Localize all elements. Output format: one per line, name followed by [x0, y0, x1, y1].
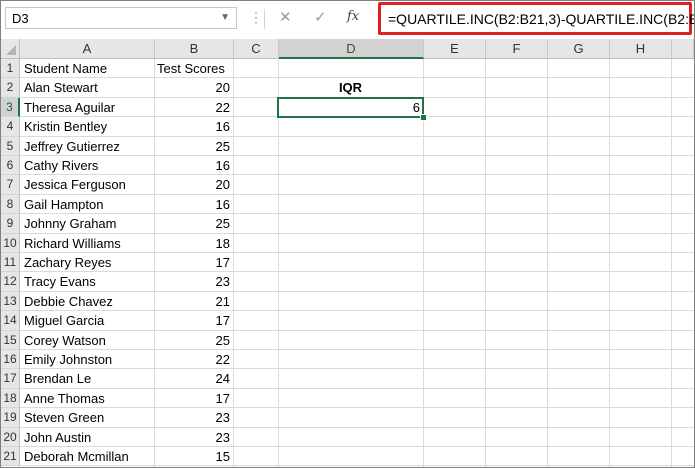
- name-box-value: D3: [12, 11, 29, 26]
- cell-b12[interactable]: 23: [157, 272, 230, 291]
- row-header-7[interactable]: 7: [1, 175, 20, 195]
- vertical-dots-icon[interactable]: ⋮: [249, 9, 263, 25]
- select-all-corner[interactable]: [1, 39, 20, 59]
- row-header-12[interactable]: 12: [1, 272, 20, 292]
- cell-a3[interactable]: Theresa Aguilar: [24, 98, 151, 117]
- cell-a4[interactable]: Kristin Bentley: [24, 117, 151, 136]
- cell-b18[interactable]: 17: [157, 389, 230, 408]
- cell-a2[interactable]: Alan Stewart: [24, 78, 151, 97]
- cell-a12[interactable]: Tracy Evans: [24, 272, 151, 291]
- row-header-6[interactable]: 6: [1, 156, 20, 176]
- cell-b4[interactable]: 16: [157, 117, 230, 136]
- cell-a1[interactable]: Student Name: [24, 59, 151, 78]
- row-header-3[interactable]: 3: [1, 97, 20, 118]
- column-header-g[interactable]: G: [548, 39, 610, 59]
- row-header-9[interactable]: 9: [1, 214, 20, 234]
- cell-a19[interactable]: Steven Green: [24, 408, 151, 427]
- row-header-2[interactable]: 2: [1, 78, 20, 98]
- cell-b9[interactable]: 25: [157, 214, 230, 233]
- chevron-down-icon[interactable]: ▼: [220, 12, 230, 23]
- cell-b21[interactable]: 15: [157, 447, 230, 466]
- row-header-20[interactable]: 20: [1, 427, 20, 447]
- name-box[interactable]: D3 ▼: [5, 7, 237, 29]
- enter-icon[interactable]: ✓: [314, 8, 327, 26]
- row-header-5[interactable]: 5: [1, 136, 20, 156]
- row-header-14[interactable]: 14: [1, 311, 20, 331]
- cell-a17[interactable]: Brendan Le: [24, 369, 151, 388]
- cell-a13[interactable]: Debbie Chavez: [24, 292, 151, 311]
- cell-a15[interactable]: Corey Watson: [24, 331, 151, 350]
- cell-a20[interactable]: John Austin: [24, 428, 151, 447]
- cell-b16[interactable]: 22: [157, 350, 230, 369]
- spreadsheet-window: D3 ▼ ⋮ ✕ ✓ fx =QUARTILE.INC(B2:B21,3)-QU…: [0, 0, 695, 468]
- cell-a10[interactable]: Richard Williams: [24, 234, 151, 253]
- cell-b13[interactable]: 21: [157, 292, 230, 311]
- fill-handle-icon[interactable]: [420, 114, 427, 122]
- cell-a11[interactable]: Zachary Reyes: [24, 253, 151, 272]
- cell-d2[interactable]: IQR: [281, 78, 420, 97]
- cell-b19[interactable]: 23: [157, 408, 230, 427]
- column-header-d[interactable]: D: [279, 39, 424, 59]
- column-header-b[interactable]: B: [155, 39, 234, 59]
- column-header-a[interactable]: A: [20, 39, 155, 59]
- formula-bar-separator: [264, 9, 265, 29]
- cell-a5[interactable]: Jeffrey Gutierrez: [24, 137, 151, 156]
- row-header-4[interactable]: 4: [1, 117, 20, 137]
- cancel-icon[interactable]: ✕: [279, 8, 292, 26]
- cell-a6[interactable]: Cathy Rivers: [24, 156, 151, 175]
- cell-b5[interactable]: 25: [157, 137, 230, 156]
- formula-text: =QUARTILE.INC(B2:B21,3)-QUARTILE.INC(B2:…: [388, 11, 694, 27]
- cell-a21[interactable]: Deborah Mcmillan: [24, 447, 151, 466]
- cell-a16[interactable]: Emily Johnston: [24, 350, 151, 369]
- cell-a18[interactable]: Anne Thomas: [24, 389, 151, 408]
- insert-function-icon[interactable]: fx: [347, 9, 359, 24]
- cell-b2[interactable]: 20: [157, 78, 230, 97]
- cell-a9[interactable]: Johnny Graham: [24, 214, 151, 233]
- row-header-13[interactable]: 13: [1, 291, 20, 312]
- cell-b8[interactable]: 16: [157, 195, 230, 214]
- row-header-15[interactable]: 15: [1, 330, 20, 350]
- column-header-blank: [672, 39, 694, 59]
- cell-b17[interactable]: 24: [157, 369, 230, 388]
- cell-a7[interactable]: Jessica Ferguson: [24, 175, 151, 194]
- cell-b3[interactable]: 22: [157, 98, 230, 117]
- formula-input[interactable]: =QUARTILE.INC(B2:B21,3)-QUARTILE.INC(B2:…: [378, 2, 694, 35]
- cell-a14[interactable]: Miguel Garcia: [24, 311, 151, 330]
- cell-b10[interactable]: 18: [157, 234, 230, 253]
- row-header-16[interactable]: 16: [1, 350, 20, 370]
- cell-b1[interactable]: Test Scores: [157, 59, 230, 78]
- active-cell-outline: [277, 96, 424, 119]
- column-header-f[interactable]: F: [486, 39, 548, 59]
- cell-b14[interactable]: 17: [157, 311, 230, 330]
- column-header-c[interactable]: C: [234, 39, 279, 59]
- select-all-triangle-icon: [6, 45, 16, 55]
- cell-b15[interactable]: 25: [157, 331, 230, 350]
- cell-b6[interactable]: 16: [157, 156, 230, 175]
- row-header-18[interactable]: 18: [1, 388, 20, 409]
- row-header-17[interactable]: 17: [1, 369, 20, 389]
- row-header-8[interactable]: 8: [1, 194, 20, 215]
- cell-b7[interactable]: 20: [157, 175, 230, 194]
- cell-b11[interactable]: 17: [157, 253, 230, 272]
- worksheet-grid[interactable]: A B C D E F G H 1 Student Name Test Scores 2 Alan St…: [1, 39, 694, 467]
- row-header-10[interactable]: 10: [1, 233, 20, 253]
- column-header-e[interactable]: E: [424, 39, 486, 59]
- cell-b20[interactable]: 23: [157, 428, 230, 447]
- formula-bar: D3 ▼ ⋮ ✕ ✓ fx =QUARTILE.INC(B2:B21,3)-QU…: [1, 1, 694, 37]
- row-header-11[interactable]: 11: [1, 253, 20, 273]
- cell-a8[interactable]: Gail Hampton: [24, 195, 151, 214]
- row-header-19[interactable]: 19: [1, 408, 20, 428]
- row-header-21[interactable]: 21: [1, 447, 20, 467]
- column-header-h[interactable]: H: [610, 39, 672, 59]
- row-header-1[interactable]: 1: [1, 59, 20, 79]
